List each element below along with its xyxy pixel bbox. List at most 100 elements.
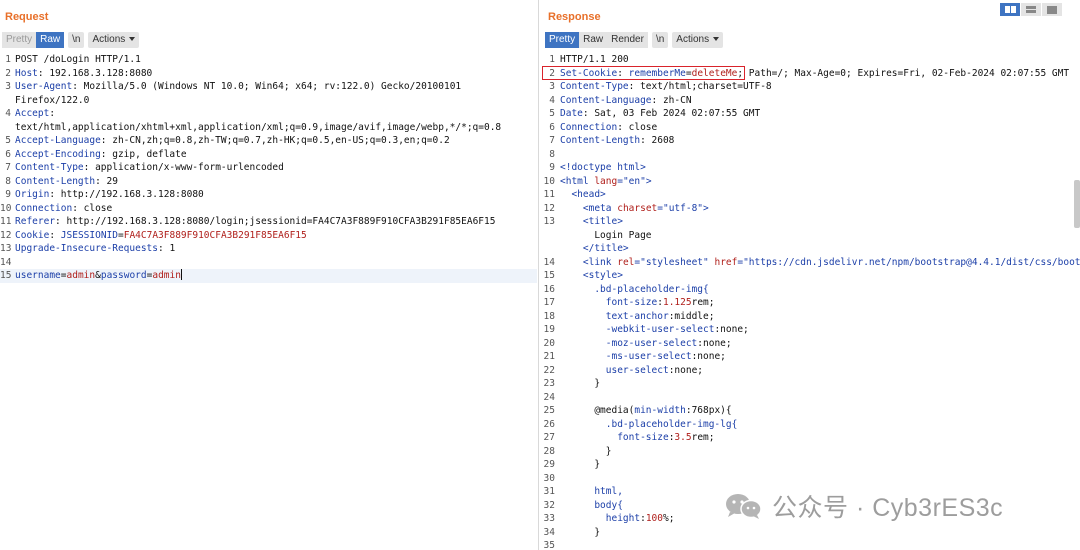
pane-divider[interactable]	[538, 0, 539, 550]
line-number: 31	[543, 486, 555, 497]
code-line[interactable]: 8	[543, 148, 1080, 162]
code-line[interactable]: 10 Connection: close	[0, 202, 537, 216]
line-text: <html lang="en">	[560, 175, 652, 189]
code-line[interactable]: 4 Content-Language: zh-CN	[543, 94, 1080, 108]
line-number: 16	[543, 283, 555, 295]
code-line[interactable]: 20 -moz-user-select:none;	[543, 337, 1080, 351]
code-line[interactable]: Firefox/122.0	[0, 94, 537, 108]
code-line[interactable]: 2 Set-Cookie: rememberMe=deleteMe; Path=/…	[543, 67, 1080, 81]
line-text: </title>	[560, 242, 629, 256]
code-line[interactable]: 34 }	[543, 526, 1080, 540]
code-line[interactable]: 6 Connection: close	[543, 121, 1080, 135]
line-number: 18	[543, 310, 555, 322]
code-line[interactable]: 25 @media(min-width:768px){	[543, 404, 1080, 418]
code-token: :none;	[668, 364, 704, 376]
line-number: 12	[0, 229, 12, 241]
code-line[interactable]: 27 font-size:3.5rem;	[543, 431, 1080, 445]
code-line[interactable]: 22 user-select:none;	[543, 364, 1080, 378]
code-line[interactable]: 4 Accept:	[0, 107, 537, 121]
line-number: 14	[0, 256, 12, 268]
request-editor[interactable]: 1 POST /doLogin HTTP/1.1 2 Host: 192.168.3.…	[0, 53, 537, 283]
newline-toggle[interactable]: \n	[68, 32, 85, 48]
code-line[interactable]: 16 .bd-placeholder-img{	[543, 283, 1080, 297]
code-line[interactable]: 23 }	[543, 377, 1080, 391]
code-line[interactable]: 17 font-size:1.125rem;	[543, 296, 1080, 310]
raw-tab[interactable]: Raw	[579, 32, 608, 48]
line-number: 2	[549, 67, 555, 79]
code-line[interactable]: 7 Content-Type: application/x-www-form-ur…	[0, 161, 537, 175]
code-token: rem;	[691, 432, 715, 443]
code-line[interactable]: 2 Host: 192.168.3.128:8080	[0, 67, 537, 81]
code-line[interactable]: 12 Cookie: JSESSIONID=FA4C7A3F889F910CFA3…	[0, 229, 537, 243]
line-text: user-select:none;	[560, 364, 703, 378]
code-line[interactable]: 30	[543, 472, 1080, 486]
chevron-down-icon	[713, 37, 720, 41]
line-text: Host: 192.168.3.128:8080	[15, 67, 152, 81]
line-text: Firefox/122.0	[15, 94, 89, 108]
code-line[interactable]: 24	[543, 391, 1080, 405]
actions-dropdown[interactable]: Actions	[672, 32, 724, 48]
line-number: 27	[543, 432, 555, 443]
code-line[interactable]: 28 }	[543, 445, 1080, 459]
line-number: 8	[549, 148, 555, 160]
code-token: :	[49, 229, 61, 241]
code-line[interactable]: 26 .bd-placeholder-img-lg{	[543, 418, 1080, 432]
code-token: :	[617, 67, 629, 79]
code-line[interactable]: 10 <html lang="en">	[543, 175, 1080, 189]
code-line[interactable]: 14 <link rel="stylesheet" href="https://…	[543, 256, 1080, 270]
line-text: Content-Length: 2608	[560, 134, 674, 148]
response-editor[interactable]: 1 HTTP/1.1 200 2 Set-Cookie: rememberMe=del…	[543, 53, 1080, 550]
code-line[interactable]: 6 Accept-Encoding: gzip, deflate	[0, 148, 537, 162]
code-line[interactable]: 14	[0, 256, 537, 270]
code-line[interactable]: 8 Content-Length: 29	[0, 175, 537, 189]
code-line[interactable]: 15 <style>	[543, 269, 1080, 283]
pretty-tab[interactable]: Pretty	[545, 32, 580, 48]
raw-tab[interactable]: Raw	[36, 32, 65, 48]
code-line[interactable]: </title>	[543, 242, 1080, 256]
code-line[interactable]: 1 POST /doLogin HTTP/1.1	[0, 53, 537, 67]
line-number: 5	[549, 108, 555, 119]
code-line[interactable]: 9 <!doctype html>	[543, 161, 1080, 175]
code-line[interactable]: 9 Origin: http://192.168.3.128:8080	[0, 188, 537, 202]
line-text: <link rel="stylesheet" href="https://cdn…	[560, 256, 1080, 270]
code-line[interactable]: 15 username=admin&password=admin	[0, 269, 537, 283]
actions-dropdown[interactable]: Actions	[88, 32, 140, 48]
code-line[interactable]: 3 User-Agent: Mozilla/5.0 (Windows NT 10.…	[0, 80, 537, 94]
line-text: -ms-user-select:none;	[560, 350, 726, 364]
code-line[interactable]: 5 Accept-Language: zh-CN,zh;q=0.8,zh-TW;q…	[0, 134, 537, 148]
code-line[interactable]: 11 <head>	[543, 188, 1080, 202]
code-line[interactable]: 35	[543, 539, 1080, 550]
code-line[interactable]: Login Page	[543, 229, 1080, 243]
code-line[interactable]: 7 Content-Length: 2608	[543, 134, 1080, 148]
code-line[interactable]: 21 -ms-user-select:none;	[543, 350, 1080, 364]
line-text: font-size:1.125rem;	[560, 296, 715, 310]
code-line[interactable]: 12 <meta charset="utf-8">	[543, 202, 1080, 216]
render-tab[interactable]: Render	[607, 32, 648, 48]
pretty-tab[interactable]: Pretty	[2, 32, 37, 48]
code-token: Content-Type	[15, 162, 84, 173]
code-line[interactable]: 29 }	[543, 458, 1080, 472]
code-token: : zh-CN	[651, 94, 692, 106]
code-line[interactable]: 5 Date: Sat, 03 Feb 2024 02:07:55 GMT	[543, 107, 1080, 121]
code-line[interactable]: 1 HTTP/1.1 200	[543, 53, 1080, 67]
code-token: .bd-placeholder-img{	[594, 283, 709, 295]
code-line[interactable]: 13 <title>	[543, 215, 1080, 229]
scrollbar-thumb[interactable]	[1074, 180, 1080, 228]
code-line[interactable]: 13 Upgrade-Insecure-Requests: 1	[0, 242, 537, 256]
line-number: 19	[543, 324, 555, 335]
code-line[interactable]: 3 Content-Type: text/html;charset=UTF-8	[543, 80, 1080, 94]
code-line[interactable]: 19 -webkit-user-select:none;	[543, 323, 1080, 337]
request-toolbar: Pretty Raw \n Actions	[2, 32, 140, 48]
code-line[interactable]: 18 text-anchor:middle;	[543, 310, 1080, 324]
newline-toggle[interactable]: \n	[651, 32, 669, 48]
code-token: @media(	[560, 405, 635, 416]
code-line[interactable]: 11 Referer: http://192.168.3.128:8080/log…	[0, 215, 537, 229]
code-token: password	[100, 270, 147, 281]
line-number: 30	[543, 472, 555, 484]
code-line[interactable]: text/html,application/xhtml+xml,applicat…	[0, 121, 537, 135]
code-token: Connection	[560, 121, 618, 133]
